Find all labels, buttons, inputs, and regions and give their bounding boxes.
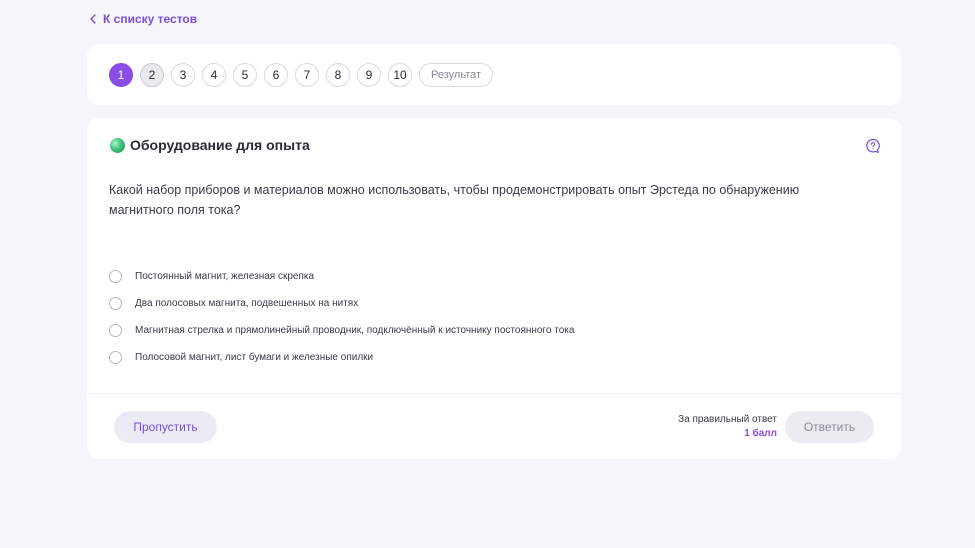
question-number-6[interactable]: 6 bbox=[264, 62, 288, 87]
answer-options: Постоянный магнит, железная скрепка Два … bbox=[109, 263, 574, 371]
skip-button[interactable]: Пропустить bbox=[114, 411, 217, 443]
question-number-9[interactable]: 9 bbox=[357, 62, 381, 87]
score-label: За правильный ответ bbox=[678, 414, 777, 425]
question-number-3[interactable]: 3 bbox=[171, 62, 195, 87]
answer-option-label: Постоянный магнит, железная скрепка bbox=[135, 271, 315, 282]
question-number-2[interactable]: 2 bbox=[140, 62, 164, 87]
hint-button[interactable] bbox=[865, 138, 881, 154]
question-text: Какой набор приборов и материалов можно … bbox=[109, 183, 800, 217]
score-value: 1 балл bbox=[744, 428, 777, 439]
radio-button[interactable] bbox=[109, 351, 122, 364]
topic-ball-icon bbox=[110, 137, 125, 153]
question-number-5[interactable]: 5 bbox=[233, 62, 257, 87]
back-to-tests-link[interactable]: К списку тестов bbox=[89, 12, 197, 26]
question-number-1[interactable]: 1 bbox=[109, 62, 133, 87]
back-link-label: К списку тестов bbox=[103, 12, 198, 26]
question-title: Оборудование для опыта bbox=[130, 137, 310, 153]
footer-divider bbox=[87, 393, 901, 394]
question-number-4[interactable]: 4 bbox=[202, 62, 226, 87]
answer-option-4[interactable]: Полосовой магнит, лист бумаги и железные… bbox=[109, 344, 574, 371]
question-number-10[interactable]: 10 bbox=[388, 62, 412, 87]
question-header: Оборудование для опыта bbox=[110, 137, 310, 153]
question-card: Оборудование для опыта Какой набор прибо… bbox=[87, 118, 901, 459]
question-number-8[interactable]: 8 bbox=[326, 62, 350, 87]
score-info: За правильный ответ 1 балл bbox=[678, 413, 777, 441]
answer-button[interactable]: Ответить bbox=[785, 411, 874, 443]
result-button[interactable]: Результат bbox=[419, 62, 494, 87]
radio-button[interactable] bbox=[109, 270, 122, 283]
radio-button[interactable] bbox=[109, 297, 122, 310]
answer-option-1[interactable]: Постоянный магнит, железная скрепка bbox=[109, 263, 574, 290]
answer-option-label: Полосовой магнит, лист бумаги и железные… bbox=[135, 352, 374, 363]
answer-option-3[interactable]: Магнитная стрелка и прямолинейный провод… bbox=[109, 317, 574, 344]
radio-button[interactable] bbox=[109, 324, 122, 337]
answer-option-label: Два полосовых магнита, подвешенных на ни… bbox=[135, 298, 359, 309]
chevron-left-icon bbox=[90, 14, 96, 24]
question-navigation: 1 2 3 4 5 6 7 8 9 10 Результат bbox=[87, 44, 901, 105]
answer-option-label: Магнитная стрелка и прямолинейный провод… bbox=[135, 325, 575, 336]
answer-option-2[interactable]: Два полосовых магнита, подвешенных на ни… bbox=[109, 290, 574, 317]
question-bubble-icon bbox=[866, 138, 880, 154]
question-number-7[interactable]: 7 bbox=[295, 62, 319, 87]
